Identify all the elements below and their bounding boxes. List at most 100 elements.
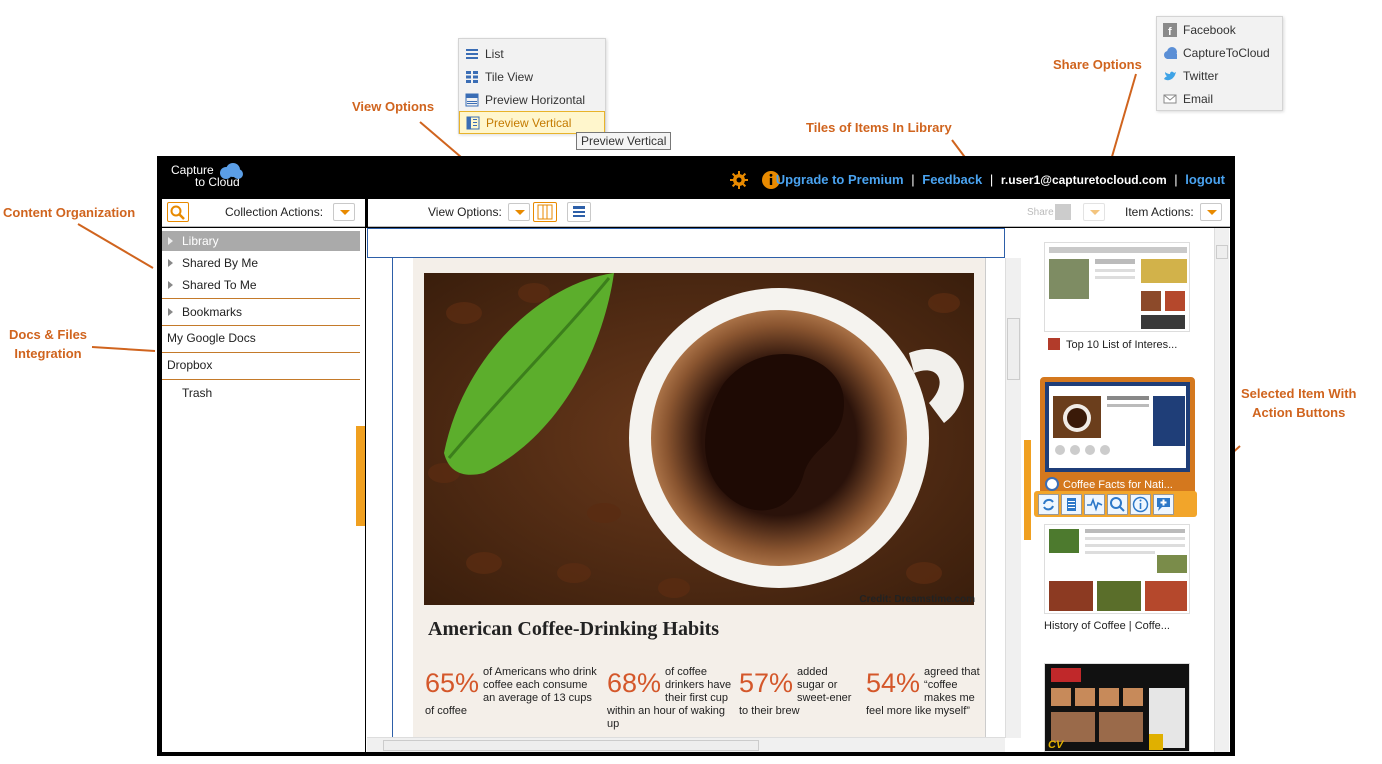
annotation-selected-item: Selected Item With Action Buttons [1241,384,1356,422]
tiles-collapse-handle[interactable] [1024,440,1031,540]
zoom-icon[interactable] [1107,494,1128,515]
preview-page: Credit: Dreamstime.com American Coffee-D… [392,258,986,738]
sidebar-item-bookmarks[interactable]: Bookmarks [162,302,360,322]
preview-header-frame [367,228,1005,258]
sidebar-item-shared-by-me[interactable]: Shared By Me [162,253,360,273]
list-view-button[interactable] [567,202,591,222]
library-tile[interactable]: History of Coffee | Coffe... [1044,524,1190,636]
facebook-icon: f [1163,22,1177,38]
logo: Capture to Cloud [171,163,243,188]
tile-thumbnail [1044,524,1190,614]
menu-item-list-label: List [485,46,504,61]
selected-tile[interactable]: Coffee Facts for Nati... [1040,377,1195,495]
library-tile[interactable]: Top 10 List of Interes... [1044,242,1190,354]
share-item-twitter[interactable]: Twitter [1157,64,1282,87]
sidebar-item-label: Shared By Me [182,256,259,270]
divider [162,379,360,380]
divider [162,352,360,353]
scrollbar-thumb[interactable] [383,740,759,751]
sidebar-item-dropbox[interactable]: Dropbox [162,355,360,375]
tile-thumbnail [1044,242,1190,332]
share-item-capturetocloud[interactable]: CaptureToCloud [1157,41,1282,64]
collection-sidebar: Library Shared By Me Shared To Me Bookma… [162,228,365,752]
menu-item-list[interactable]: List [459,42,605,65]
tooltip: Preview Vertical [576,132,672,150]
view-options-dropdown[interactable] [508,203,530,221]
horizontal-scrollbar[interactable] [367,737,1005,752]
annotation-view-options: View Options [352,99,435,114]
expand-icon [168,237,173,245]
share-item-facebook[interactable]: f Facebook [1157,18,1282,41]
sidebar-item-my-google-docs[interactable]: My Google Docs [162,328,360,348]
tile-action-bar [1034,491,1197,517]
annotation-docs-line2: Integration [14,346,82,361]
header-separator: | [911,172,915,187]
search-button[interactable] [167,202,189,222]
share-item-email[interactable]: Email [1157,87,1282,110]
sidebar-collapse-handle[interactable] [356,426,365,526]
menu-item-preview-horizontal[interactable]: Preview Horizontal [459,88,605,111]
expand-icon [168,281,173,289]
stat-value: 54% [866,668,921,698]
share-item-twitter-label: Twitter [1183,68,1219,83]
scrollbar-thumb[interactable] [1216,245,1228,259]
sidebar-item-label: Dropbox [167,358,213,372]
tile-badge: CV [1048,739,1064,751]
item-actions-label: Item Actions: [1125,205,1194,219]
collection-actions-dropdown[interactable] [333,203,355,221]
annotation-share-options: Share Options [1053,57,1142,72]
sidebar-item-trash[interactable]: Trash [162,383,360,403]
scrollbar-thumb[interactable] [1007,318,1020,380]
menu-item-preview-vertical[interactable]: Preview Vertical [459,111,605,134]
share-item-email-label: Email [1183,91,1214,106]
article-body: Credit: Dreamstime.com American Coffee-D… [413,258,985,738]
twitter-icon [1163,69,1177,83]
tile-caption: History of Coffee | Coffe... [1044,620,1170,632]
feedback-link[interactable]: Feedback [922,172,982,187]
tile-caption: Coffee Facts for Nati... [1045,477,1190,491]
app-window: Capture to Cloud Upgrade to Premium | Fe… [157,156,1235,756]
settings-gear-icon[interactable] [730,171,748,189]
vertical-scrollbar[interactable] [1005,258,1021,738]
tile-caption-text: History of Coffee | Coffe... [1044,620,1170,632]
item-toolbar: Share Item Actions: [1024,199,1230,227]
sidebar-item-label: Library [182,234,219,248]
share-facebook-icon[interactable] [1055,204,1071,220]
top-bar: Capture to Cloud Upgrade to Premium | Fe… [157,156,1235,199]
article-heading: American Coffee-Drinking Habits [428,618,720,640]
document-icon[interactable] [1061,494,1082,515]
expand-icon [168,308,173,316]
header-separator: | [989,172,994,187]
expand-icon [168,259,173,267]
share-dropdown[interactable] [1083,203,1105,221]
coffee-image [424,273,974,605]
view-toolbar: View Options: [368,199,1024,227]
sidebar-item-label: Shared To Me [182,278,257,292]
logout-link[interactable]: logout [1185,172,1225,187]
refresh-icon[interactable] [1038,494,1059,515]
library-tile[interactable]: CV [1044,663,1190,752]
stat-1: 65% of Americans who drink coffee each c… [425,666,600,718]
tiles-scrollbar[interactable] [1214,228,1229,752]
upgrade-link[interactable]: Upgrade to Premium [776,172,904,187]
annotation-selected-line2: Action Buttons [1252,405,1346,420]
annotation-content-organization: Content Organization [3,205,136,220]
menu-item-tile-view[interactable]: Tile View [459,65,605,88]
sidebar-item-library[interactable]: Library [162,231,360,251]
activity-icon[interactable] [1084,494,1105,515]
preview-vertical-button[interactable] [533,202,557,222]
sidebar-item-shared-to-me[interactable]: Shared To Me [162,275,360,295]
tile-caption-text: Top 10 List of Interes... [1066,339,1178,351]
view-options-menu: List Tile View Preview Horizontal Previe… [458,38,606,134]
item-actions-dropdown[interactable] [1200,203,1222,221]
menu-item-preview-vertical-label: Preview Vertical [486,115,572,130]
tile-caption: Top 10 List of Interes... [1048,338,1177,351]
info-icon[interactable] [1130,494,1151,515]
add-comment-icon[interactable] [1153,494,1174,515]
page-icon [1048,338,1060,350]
header-links: Upgrade to Premium | Feedback | r.user1@… [776,172,1225,187]
share-label: Share [1027,207,1054,218]
share-item-facebook-label: Facebook [1183,22,1236,37]
stat-4: 54% agreed that “coffee makes me feel mo… [866,666,984,718]
user-email: r.user1@capturetocloud.com [1000,173,1167,187]
